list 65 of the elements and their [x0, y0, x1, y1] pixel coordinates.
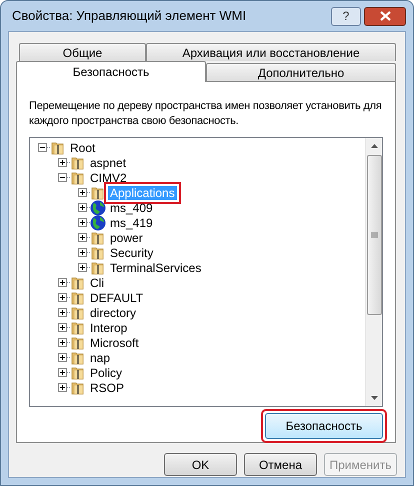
- folder-icon: [70, 380, 86, 396]
- tree-item[interactable]: directory: [88, 306, 138, 320]
- expand-icon[interactable]: [78, 248, 87, 257]
- tree-item[interactable]: TerminalServices: [108, 260, 204, 274]
- scroll-thumb[interactable]: [366, 155, 382, 315]
- expand-icon[interactable]: [58, 308, 67, 317]
- folder-icon: [70, 320, 86, 336]
- tree-item[interactable]: nap: [88, 350, 112, 364]
- folder-icon: [90, 260, 106, 276]
- close-icon: [380, 11, 390, 21]
- expand-icon[interactable]: [58, 278, 67, 287]
- folder-icon: [70, 364, 86, 380]
- tree-item[interactable]: CIMV2: [88, 170, 129, 184]
- tree-item[interactable]: Cli: [88, 276, 106, 290]
- folder-icon: [90, 244, 106, 260]
- tab[interactable]: Общие: [19, 43, 146, 61]
- folder-icon: [70, 290, 86, 306]
- globe-icon: [90, 214, 106, 230]
- collapse-icon[interactable]: [58, 173, 67, 182]
- tree-item[interactable]: ms_409: [108, 200, 155, 214]
- folder-icon: [70, 170, 86, 186]
- tree-item[interactable]: DEFAULT: [88, 290, 146, 304]
- tab[interactable]: Безопасность: [16, 61, 206, 82]
- expand-icon[interactable]: [78, 263, 87, 272]
- window-title: Свойства: Управляющий элемент WMI: [12, 7, 248, 26]
- description-text: Перемещение по дереву пространства имен позволяет установить для каждого пространства свою безопасность.: [29, 99, 383, 129]
- folder-icon: [70, 350, 86, 366]
- scrollbar[interactable]: [365, 138, 382, 406]
- tree-item[interactable]: ms_419: [108, 216, 155, 230]
- close-button[interactable]: [364, 6, 406, 26]
- folder-icon: [50, 140, 66, 156]
- tree-item[interactable]: RSOP: [88, 380, 126, 394]
- globe-icon: [90, 200, 106, 216]
- folder-icon: [70, 154, 86, 170]
- expand-icon[interactable]: [58, 293, 67, 302]
- expand-icon[interactable]: [78, 188, 87, 197]
- folder-icon: [70, 334, 86, 350]
- tree-item[interactable]: power: [108, 230, 145, 244]
- expand-icon[interactable]: [78, 203, 87, 212]
- expand-icon[interactable]: [58, 338, 67, 347]
- tree-item[interactable]: Policy: [88, 366, 124, 380]
- dialog-button[interactable]: Отмена: [244, 453, 317, 476]
- tree-item[interactable]: Microsoft: [88, 336, 141, 350]
- tree-item[interactable]: Interop: [88, 320, 130, 334]
- tree-item[interactable]: Root: [68, 140, 98, 154]
- help-button[interactable]: ?: [331, 6, 361, 26]
- expand-icon[interactable]: [58, 353, 67, 362]
- folder-icon: [70, 274, 86, 290]
- folder-icon: [90, 230, 106, 246]
- expand-icon[interactable]: [58, 158, 67, 167]
- folder-icon: [70, 304, 86, 320]
- tab[interactable]: Архивация или восстановление: [146, 43, 396, 61]
- tab[interactable]: Дополнительно: [206, 63, 396, 81]
- grip-icon: [370, 232, 378, 238]
- expand-icon[interactable]: [78, 233, 87, 242]
- collapse-icon[interactable]: [38, 143, 47, 152]
- tree-item[interactable]: aspnet: [88, 156, 128, 170]
- expand-icon[interactable]: [58, 383, 67, 392]
- dialog-button[interactable]: OK: [164, 453, 237, 476]
- expand-icon[interactable]: [78, 218, 87, 227]
- expand-icon[interactable]: [58, 323, 67, 332]
- tree-item[interactable]: Security: [108, 246, 156, 260]
- folder-icon: [90, 184, 106, 200]
- security-button[interactable]: Безопасность: [265, 413, 383, 439]
- expand-icon[interactable]: [58, 368, 67, 377]
